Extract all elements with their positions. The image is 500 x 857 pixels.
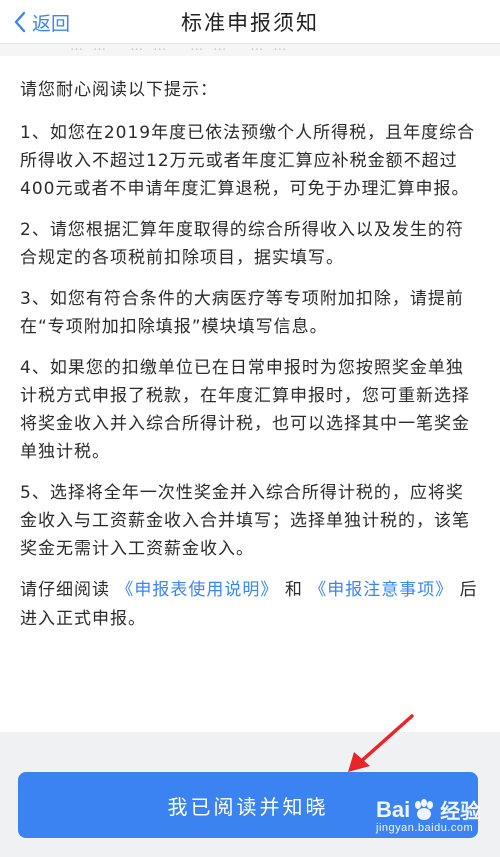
nav-bar: 返回 标准申报须知 — [0, 0, 500, 44]
paw-logo-icon — [415, 798, 434, 820]
chevron-left-icon — [14, 11, 26, 33]
baidu-jingyan-watermark: Bai 经验 jingyan.baidu.com — [376, 795, 481, 835]
annotation-arrow-icon — [348, 714, 414, 772]
note-prefix: 请仔细阅读 — [20, 580, 110, 600]
back-button[interactable]: 返回 — [12, 8, 70, 36]
note-mid: 和 — [284, 580, 303, 600]
watermark-url: jingyan.baidu.com — [376, 822, 474, 834]
notice-item-4: 4、如果您的扣缴单位已在日常申报时为您按照奖金单独计税方式申报了税款，在年度汇算… — [20, 358, 470, 462]
back-label: 返回 — [32, 12, 71, 35]
filing-notes-link[interactable]: 《申报注意事项》 — [309, 580, 453, 600]
read-instructions-note: 请仔细阅读 《申报表使用说明》 和 《申报注意事项》 后进入正式申报。 — [20, 576, 478, 634]
notice-item-5: 5、选择将全年一次性奖金并入综合所得计税的，应将奖金收入与工资薪金收入合并填写；… — [20, 483, 470, 559]
watermark-brand-left: Bai — [376, 796, 411, 822]
notice-content: 请您耐心阅读以下提示： 1、如您在2019年度已依法预缴个人所得税，且年度综合所… — [0, 56, 500, 732]
notice-item-3: 3、如您有符合条件的大病医疗等专项附加扣除，请提前在“专项附加扣除填报”模块填写… — [20, 289, 464, 337]
page-title: 标准申报须知 — [181, 10, 319, 35]
notice-item-1: 1、如您在2019年度已依法预缴个人所得税，且年度综合所得收入不超过12万元或者… — [20, 123, 476, 199]
notice-item-2: 2、请您根据汇算年度取得的综合所得收入以及发生的符合规定的各项税前扣除项目，据实… — [20, 220, 464, 268]
intro-text: 请您耐心阅读以下提示： — [20, 80, 218, 100]
watermark-brand-right: 经验 — [440, 801, 481, 823]
usage-instructions-link[interactable]: 《申报表使用说明》 — [116, 580, 278, 600]
faded-previous-line: …… …… …… …… — [70, 44, 297, 54]
